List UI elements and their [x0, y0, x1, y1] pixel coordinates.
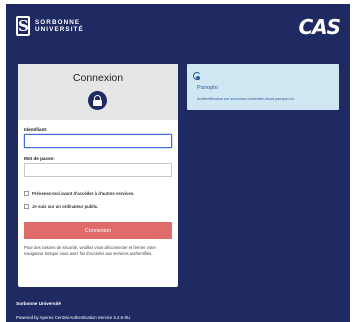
- warn-checkbox-label: Prévenez-moi avant d'accéder à d'autres …: [32, 191, 135, 196]
- sorbonne-logo[interactable]: S SORBONNE UNIVERSITÉ: [16, 16, 84, 36]
- service-card: Panopto Authentification sur sorbonne-un…: [187, 64, 339, 110]
- lock-icon: [88, 91, 107, 110]
- public-computer-checkbox[interactable]: [24, 204, 29, 209]
- service-name: Panopto: [197, 85, 218, 91]
- login-header: Connexion: [18, 64, 178, 120]
- brand-line-1: SORBONNE: [35, 19, 81, 26]
- password-input[interactable]: [24, 163, 172, 177]
- public-computer-label: Je suis sur un ordinateur public.: [32, 204, 99, 209]
- security-note: Pour des raisons de sécurité, veuillez v…: [24, 245, 156, 256]
- login-title: Connexion: [72, 72, 124, 84]
- login-card: Connexion Identifiant: Mot de passe: Pré…: [18, 64, 178, 287]
- login-form: Identifiant: Mot de passe: Prévenez-moi …: [18, 120, 178, 257]
- panopto-icon: [193, 72, 204, 83]
- footer-powered-by: Powered by Apereo Central Authentication…: [16, 315, 131, 320]
- public-computer-option[interactable]: Je suis sur un ordinateur public.: [24, 204, 172, 209]
- cas-logo: CAS: [298, 15, 341, 39]
- warn-checkbox[interactable]: [24, 191, 29, 196]
- service-description: Authentification sur sorbonne-universite…: [197, 97, 294, 101]
- username-label: Identifiant:: [24, 127, 48, 132]
- password-label: Mot de passe:: [24, 156, 55, 161]
- brand-line-2: UNIVERSITÉ: [35, 26, 84, 33]
- footer-org: Sorbonne Université: [16, 301, 61, 306]
- username-input[interactable]: [24, 134, 172, 148]
- page-frame: S SORBONNE UNIVERSITÉ CAS Connexion Iden…: [6, 4, 350, 322]
- sorbonne-s-icon: S: [16, 16, 30, 36]
- warn-option[interactable]: Prévenez-moi avant d'accéder à d'autres …: [24, 191, 172, 196]
- brand-name: SORBONNE UNIVERSITÉ: [35, 19, 84, 33]
- login-button[interactable]: Connexion: [24, 222, 172, 239]
